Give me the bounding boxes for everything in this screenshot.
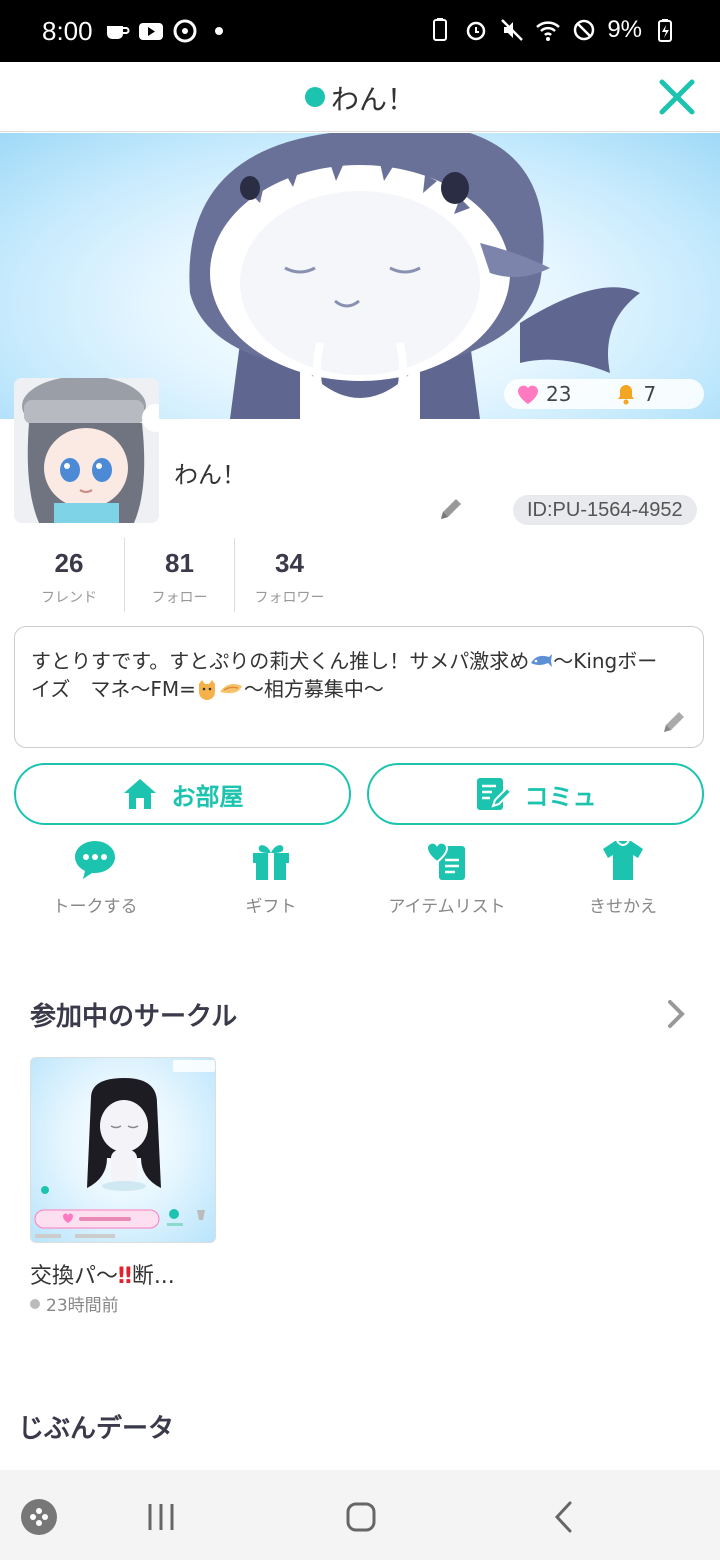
follow-count-value: 81 bbox=[165, 548, 194, 578]
circle-card-thumbnail[interactable] bbox=[30, 1057, 216, 1243]
circle-time-text: 23時間前 bbox=[46, 1296, 119, 1316]
close-icon[interactable] bbox=[654, 74, 700, 120]
header-title: わん！ bbox=[330, 83, 415, 116]
dress-up-label: きせかえ bbox=[589, 897, 657, 917]
follow-count-label: フォロー bbox=[151, 590, 208, 606]
time-dot-icon bbox=[30, 1298, 40, 1309]
cat-emoji-icon bbox=[198, 680, 215, 700]
bio-line1: すとりすです。すとぷりの莉犬くん推し！サメパ激求め bbox=[31, 649, 530, 673]
edit-bio-pencil-icon[interactable] bbox=[659, 707, 689, 737]
online-status-icon bbox=[304, 87, 325, 107]
circle-card-title[interactable]: 交換パ〜‼断... bbox=[30, 1258, 175, 1290]
bio-line2-b: 〜相方募集中〜 bbox=[243, 677, 384, 701]
heart-icon bbox=[518, 385, 538, 404]
community-button[interactable]: コミュ bbox=[367, 763, 704, 825]
mute-icon bbox=[501, 19, 524, 41]
shark-emoji-icon bbox=[531, 654, 553, 667]
community-edit-icon bbox=[476, 778, 511, 810]
bio-box: すとりすです。すとぷりの莉犬くん推し！サメパ激求め 〜Kingボー イズ マネ〜F… bbox=[14, 626, 704, 748]
secondary-actions: トークする ギフト アイテムリスト きせかえ bbox=[0, 838, 720, 917]
gift-icon bbox=[253, 845, 289, 880]
wifi-icon bbox=[536, 21, 561, 41]
likes-count: 23 bbox=[546, 382, 572, 406]
circle-card-illustration bbox=[34, 1060, 215, 1238]
friends-count-label: フレンド bbox=[41, 590, 97, 606]
back-nav-icon[interactable] bbox=[552, 1500, 576, 1534]
item-list-label: アイテムリスト bbox=[388, 897, 506, 917]
circles-section-title: 参加中のサークル bbox=[30, 1002, 238, 1032]
battery-icon bbox=[658, 19, 672, 42]
follow-count[interactable]: 81 フォロー bbox=[124, 538, 234, 612]
shark-avatar-illustration bbox=[189, 133, 640, 419]
primary-actions: お部屋 コミュ bbox=[14, 763, 704, 825]
gift-label: ギフト bbox=[245, 897, 297, 917]
followers-count-label: フォロワー bbox=[254, 590, 325, 606]
avatar-illustration bbox=[14, 378, 159, 523]
circle-title-a: 交換パ〜 bbox=[30, 1264, 119, 1289]
dress-up-action[interactable]: きせかえ bbox=[535, 838, 711, 917]
notification-icons bbox=[104, 18, 232, 44]
do-not-disturb-icon bbox=[574, 19, 595, 41]
bio-line2-a: イズ マネ〜FM= bbox=[31, 677, 196, 701]
circle-card-time: 23時間前 bbox=[30, 1291, 119, 1316]
bio-text: すとりすです。すとぷりの莉犬くん推し！サメパ激求め 〜Kingボー イズ マネ〜F… bbox=[31, 647, 687, 703]
user-id-badge: ID:PU-1564-4952 bbox=[513, 495, 697, 525]
double-exclamation-icon: ‼ bbox=[118, 1264, 132, 1289]
cup-icon bbox=[107, 26, 130, 39]
youtube-icon bbox=[139, 23, 163, 40]
game-launcher-icon[interactable] bbox=[20, 1498, 58, 1536]
battery-percent: 9% bbox=[607, 16, 642, 43]
social-counts: 26 フレンド 81 フォロー 34 フォロワー bbox=[14, 538, 344, 612]
game-app-icon bbox=[173, 19, 197, 43]
recent-apps-icon[interactable] bbox=[146, 1502, 176, 1532]
item-list-action[interactable]: アイテムリスト bbox=[359, 838, 535, 917]
followers-count-value: 34 bbox=[275, 548, 304, 578]
chat-bubble-icon bbox=[75, 841, 115, 879]
profile-name: わん！ bbox=[174, 461, 246, 489]
gift-action[interactable]: ギフト bbox=[183, 838, 359, 917]
profile-header: わん！ bbox=[0, 62, 720, 132]
heart-list-icon bbox=[425, 841, 465, 880]
circle-title-c: 断... bbox=[131, 1264, 175, 1289]
bells-stat: 7 bbox=[615, 382, 656, 406]
self-data-section-title: じぶんデータ bbox=[18, 1414, 175, 1444]
avatar[interactable] bbox=[14, 378, 159, 523]
system-nav-bar bbox=[0, 1470, 720, 1560]
profile-stats-pill: 23 7 bbox=[504, 379, 704, 409]
talk-label: トークする bbox=[52, 897, 138, 917]
home-icon bbox=[123, 779, 156, 809]
bio-line1-after: 〜Kingボー bbox=[553, 649, 658, 673]
status-time: 8:00 bbox=[42, 16, 93, 46]
edit-name-pencil-icon[interactable] bbox=[436, 494, 466, 524]
profile-banner: 23 7 bbox=[0, 133, 720, 419]
tshirt-icon bbox=[603, 840, 643, 880]
friends-count-value: 26 bbox=[54, 548, 84, 578]
followers-count[interactable]: 34 フォロワー bbox=[234, 538, 344, 612]
chevron-right-icon[interactable] bbox=[660, 996, 692, 1032]
alarm-icon bbox=[467, 21, 486, 41]
header-title-wrap: わん！ bbox=[0, 78, 720, 118]
community-button-label: コミュ bbox=[524, 782, 597, 811]
friends-count[interactable]: 26 フレンド bbox=[14, 538, 124, 612]
status-right: 9% bbox=[427, 16, 678, 44]
room-button-label: お部屋 bbox=[171, 782, 244, 811]
talk-action[interactable]: トークする bbox=[7, 838, 183, 917]
home-nav-icon[interactable] bbox=[345, 1501, 377, 1533]
bells-count: 7 bbox=[643, 382, 657, 406]
likes-stat: 23 bbox=[516, 382, 571, 406]
bell-icon bbox=[618, 385, 635, 405]
status-bar: 8:00 9% bbox=[0, 0, 720, 62]
room-button[interactable]: お部屋 bbox=[14, 763, 351, 825]
dot-icon bbox=[215, 27, 223, 35]
battery-saver-icon bbox=[433, 18, 448, 41]
fish-cake-emoji-icon bbox=[219, 684, 242, 694]
